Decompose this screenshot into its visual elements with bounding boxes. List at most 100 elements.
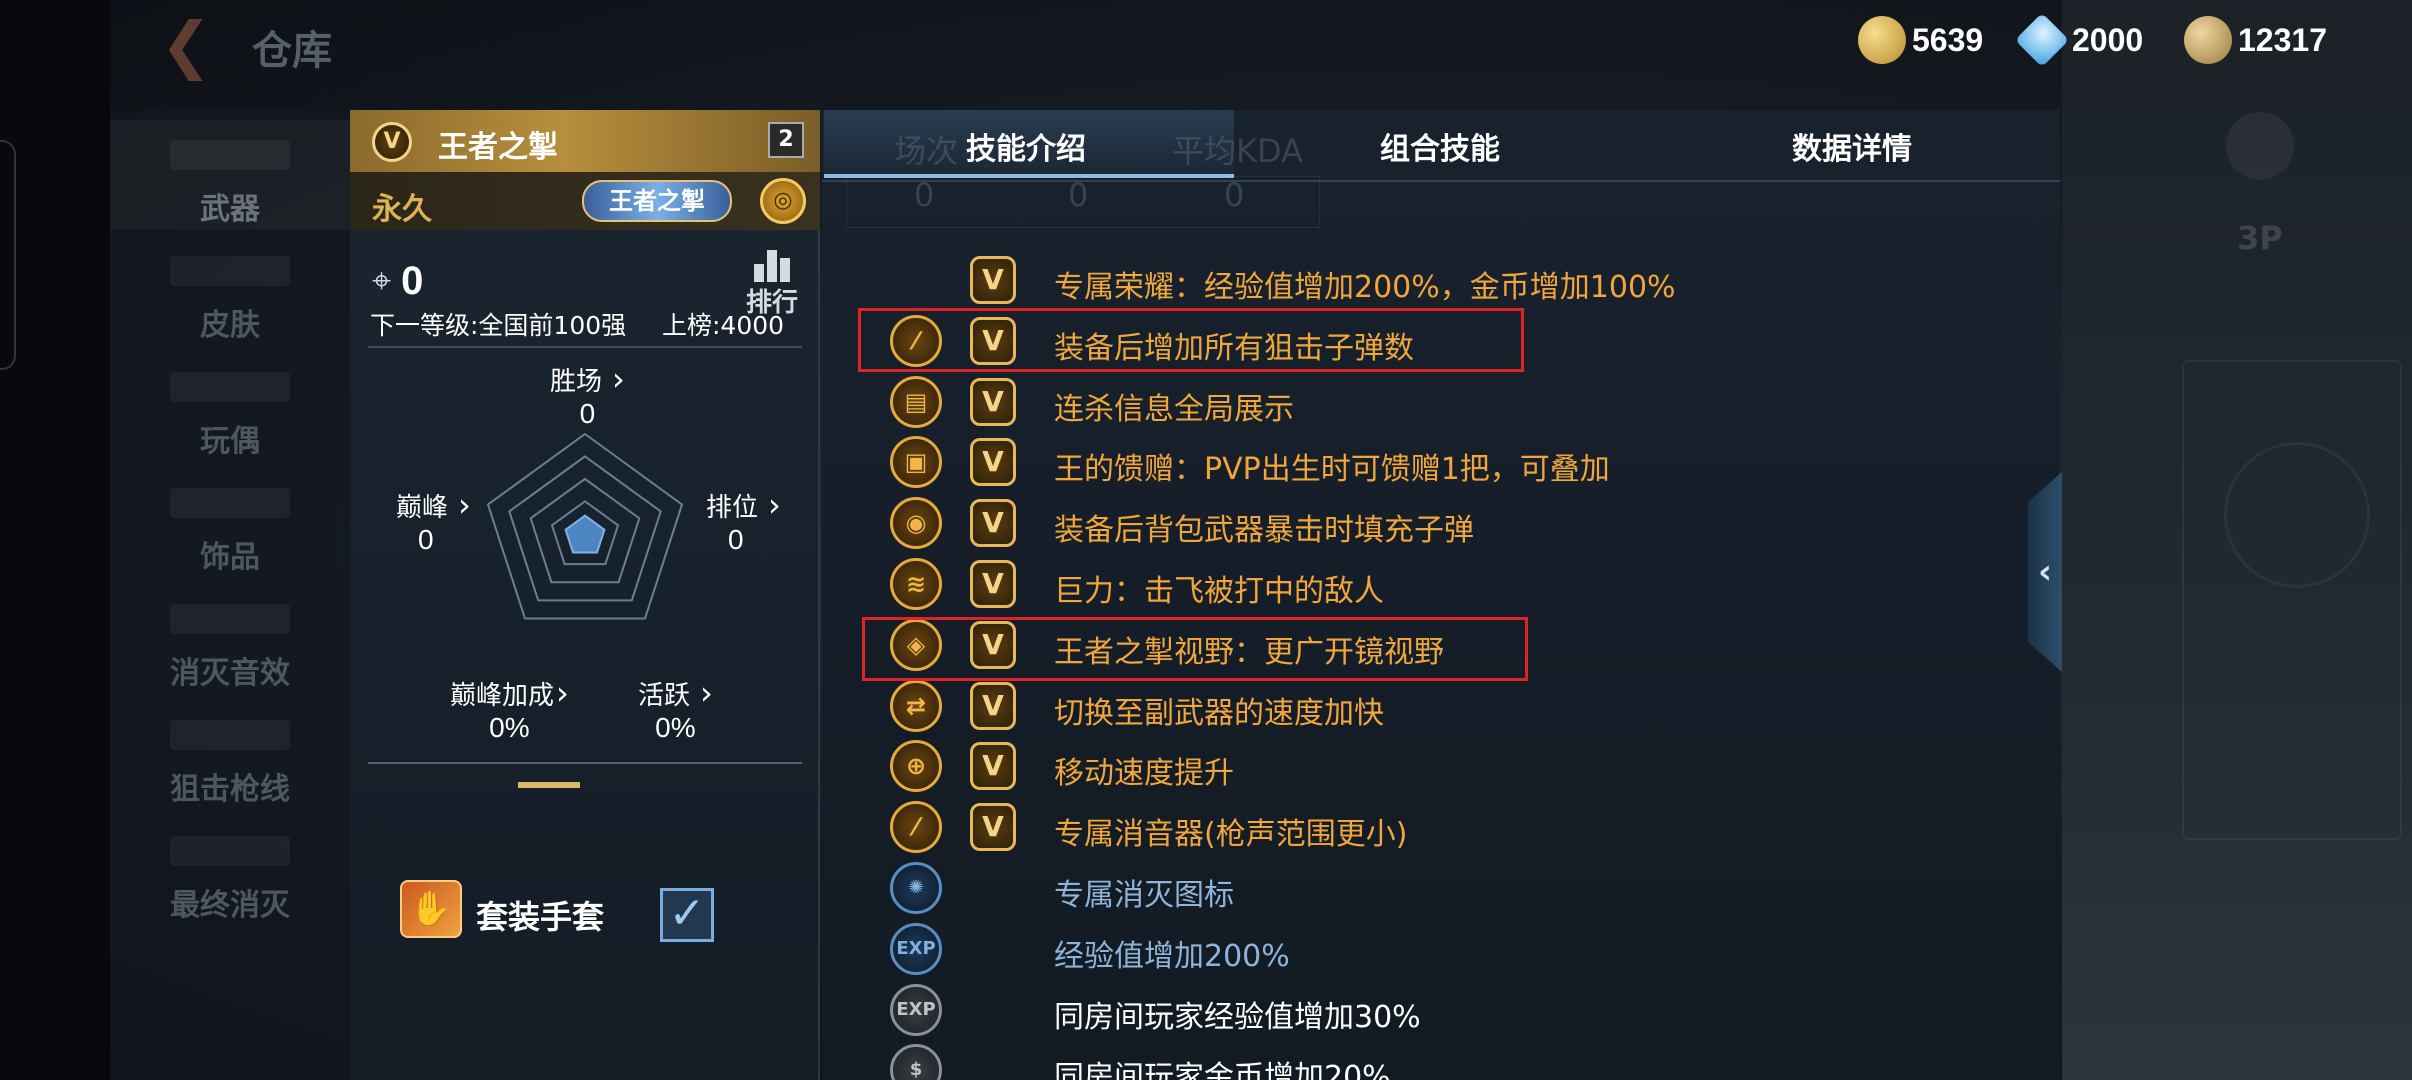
radar-value-shape [564, 514, 606, 554]
chevron-right-icon: › [612, 360, 625, 398]
sidebar-item-label: 狙击枪线 [170, 772, 290, 807]
skin-icon [170, 256, 290, 286]
sidebar-item-final-kill[interactable]: 最终消灭 [110, 816, 350, 926]
sidebar-item-label: 武器 [200, 192, 260, 227]
rifle-icon [170, 140, 290, 170]
skill-text: 王的馈赠：PVP出生时可馈赠1把，可叠加 [1054, 452, 1610, 488]
currency-diamond[interactable]: 2000 [2014, 12, 2143, 68]
vip-badge-icon: V [970, 256, 1016, 304]
vip-badge-icon: V [970, 438, 1016, 487]
back-chevron-icon[interactable]: ❮ [160, 14, 230, 76]
stat-value: 0% [489, 712, 530, 743]
stat-peak[interactable]: 巅峰 › 0 [396, 486, 471, 556]
top-bar: ❮ 仓库 5639 2000 12317 [0, 0, 2412, 90]
sidebar-item-accessories[interactable]: 饰品 [110, 468, 350, 578]
skill-text: 同房间玩家经验值增加30% [1054, 999, 1421, 1035]
final-kill-icon [170, 836, 290, 866]
page-indicator [518, 782, 580, 788]
skill-text: 切换至副武器的速度加快 [1054, 695, 1384, 731]
tab-data-details[interactable]: 数据详情 [1792, 124, 1912, 168]
skill-row: ▤ V 连杀信息全局展示 [822, 372, 2060, 432]
stat-wins[interactable]: 胜场 › 0 [550, 360, 625, 430]
currency-coin[interactable]: 12317 [2184, 14, 2327, 66]
weapon-level-badge: 2 [768, 122, 804, 158]
view-toggle-button[interactable]: 3P [2226, 210, 2294, 266]
edge-handle [0, 140, 16, 370]
skills-panel: 场次 平均KDA 技能介绍 组合技能 数据详情 0 0 0 V 专属荣耀：经验值增… [822, 110, 2060, 1080]
stat-value: 0% [655, 712, 696, 743]
medal-icon[interactable]: ◎ [760, 178, 806, 224]
sidebar-item-dolls[interactable]: 玩偶 [110, 352, 350, 462]
tab-combo-skills[interactable]: 组合技能 [1380, 124, 1500, 168]
sniper-bullet-icon: ⁄ [890, 314, 942, 367]
vip-badge-icon: V [970, 377, 1016, 426]
skill-text: 装备后背包武器暴击时填充子弹 [1054, 513, 1474, 549]
sound-icon [170, 604, 290, 634]
background-left [0, 0, 110, 1080]
stat-ranked[interactable]: 排位 › 0 [706, 486, 781, 556]
collapse-panel-tab[interactable]: ‹ [2028, 472, 2062, 672]
currency-gold[interactable]: 5639 [1858, 14, 1983, 66]
sidebar-item-weapons[interactable]: 武器 [110, 120, 350, 230]
sidebar-item-label: 饰品 [200, 540, 260, 575]
category-sidebar: 武器 皮肤 玩偶 饰品 消灭音效 狙击枪线 最终消灭 [110, 110, 350, 1080]
tab-bar: 场次 平均KDA 技能介绍 组合技能 数据详情 [822, 110, 2060, 182]
currency-coin-value: 12317 [2238, 21, 2327, 58]
chevron-right-icon: › [556, 674, 569, 712]
exp-icon: EXP [890, 922, 942, 975]
stat-label: 排位 [706, 493, 759, 523]
settings-icon[interactable] [2226, 112, 2294, 180]
sidebar-item-sniper-line[interactable]: 狙击枪线 [110, 700, 350, 810]
vip-badge-icon: V [970, 742, 1016, 791]
duration-label: 永久 [372, 192, 432, 227]
skill-text: 同房间玩家金币增加20% [1054, 1060, 1391, 1080]
ghost-num: 0 [1068, 176, 1089, 214]
weapon-card: V 王者之掣 2 永久 王者之掣 ◎ ⌖ 0 排行 下一等级:全国前100强 上… [350, 110, 820, 1080]
currency-gold-value: 5639 [1912, 21, 1984, 58]
room-exp-icon: EXP [890, 983, 942, 1036]
weapon-name: 王者之掣 [438, 130, 558, 165]
stat-active[interactable]: 活跃 › 0% [638, 674, 713, 744]
suit-glove-option: ✋ 套装手套 ✓ [400, 880, 800, 950]
vip-badge-icon: V [970, 316, 1016, 365]
sidebar-item-skins[interactable]: 皮肤 [110, 236, 350, 346]
skill-text: 专属消音器(枪声范围更小) [1054, 817, 1408, 853]
chevron-right-icon: › [700, 674, 713, 712]
divider [368, 762, 802, 764]
gold-coin-icon [1858, 16, 1906, 64]
tab-skill-intro[interactable]: 技能介绍 [966, 124, 1086, 168]
sniper-icon [170, 720, 290, 750]
sidebar-item-kill-sfx[interactable]: 消灭音效 [110, 584, 350, 694]
chevron-right-icon: › [458, 486, 471, 524]
stat-label: 胜场 [550, 367, 603, 397]
stat-label: 活跃 [638, 681, 691, 711]
vip-v-icon: V [372, 122, 412, 162]
skill-row: ◉ V 装备后背包武器暴击时填充子弹 [822, 493, 2060, 553]
doll-icon [170, 372, 290, 402]
skill-row: EXP 经验值增加200% [822, 919, 2060, 979]
sidebar-item-label: 玩偶 [200, 424, 260, 459]
skill-row: $ 同房间玩家金币增加20% [822, 1040, 2060, 1080]
next-level-text: 下一等级:全国前100强 [370, 311, 627, 340]
stat-peak-bonus[interactable]: 巅峰加成› 0% [450, 674, 569, 744]
chevron-right-icon: › [768, 486, 781, 524]
page-title: 仓库 [252, 28, 332, 74]
stat-value: 0 [418, 524, 434, 555]
glove-icon: ✋ [400, 880, 462, 938]
skill-text: 专属消灭图标 [1054, 878, 1234, 913]
skill-row: ◈ V 王者之掣视野：更广开镜视野 [822, 615, 2060, 675]
glove-label: 套装手套 [476, 898, 605, 936]
vip-badge-icon: V [970, 620, 1016, 669]
vip-badge-icon: V [970, 681, 1016, 730]
glove-checkbox[interactable]: ✓ [660, 888, 714, 942]
skill-text: 巨力：击飞被打中的敌人 [1054, 574, 1384, 609]
sidebar-item-label: 消灭音效 [170, 656, 290, 691]
stat-value: 0 [728, 524, 744, 555]
silencer-icon: ⁄ [890, 801, 942, 854]
vip-badge-icon: V [970, 803, 1016, 852]
kill-count-value: 0 [401, 258, 424, 303]
eye-scope-icon: ◈ [890, 618, 942, 671]
skill-row: ⊕ V 移动速度提升 [822, 736, 2060, 796]
skill-text: 王者之掣视野：更广开镜视野 [1054, 634, 1444, 670]
ranking-button[interactable]: 排行 [742, 250, 802, 318]
